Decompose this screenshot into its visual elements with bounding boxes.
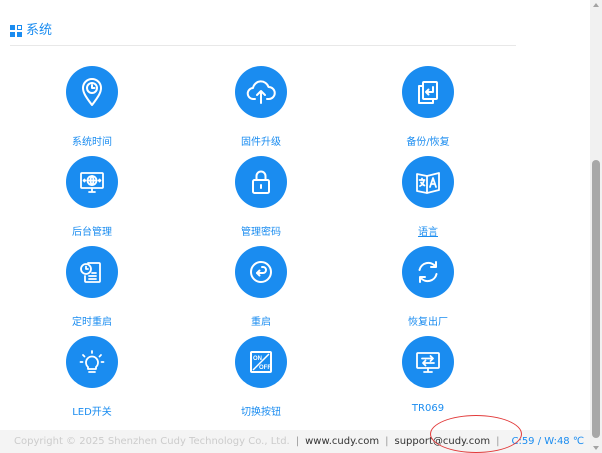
switch-button-icon: ON OFF: [235, 336, 287, 388]
website-link[interactable]: www.cudy.com: [305, 436, 379, 447]
tile-backup-restore[interactable]: 备份/恢复: [358, 66, 498, 156]
tile-label: 语言: [418, 227, 438, 238]
tile-label: 恢复出厂: [408, 317, 448, 328]
tile-label: 系统时间: [72, 137, 112, 148]
tile-label: 固件升级: [241, 137, 281, 148]
factory-reset-icon: [402, 246, 454, 298]
tile-label: 后台管理: [72, 227, 112, 238]
tile-factory-reset[interactable]: 恢复出厂: [358, 246, 498, 336]
tile-remote-management[interactable]: 后台管理: [22, 156, 162, 246]
tile-label: 备份/恢复: [406, 137, 450, 148]
translate-icon: [402, 156, 454, 208]
copyright-text: Copyright © 2025 Shenzhen Cudy Technolog…: [14, 436, 290, 447]
tile-tr069[interactable]: TR069: [358, 336, 498, 426]
tile-admin-password[interactable]: 管理密码: [191, 156, 331, 246]
vertical-scrollbar[interactable]: [590, 0, 602, 453]
tile-language[interactable]: 语言: [358, 156, 498, 246]
led-bulb-icon: [66, 336, 118, 388]
scroll-up-arrow-icon[interactable]: [593, 3, 599, 7]
tile-label: LED开关: [72, 407, 112, 418]
footer-separator: |: [295, 436, 300, 447]
annotation-ellipse: [430, 415, 522, 453]
tile-label: 重启: [251, 317, 271, 328]
temperature-readout: C:59 / W:48 ℃: [511, 436, 585, 447]
backup-icon: [402, 66, 454, 118]
monitor-globe-icon: [66, 156, 118, 208]
reboot-icon: [235, 246, 287, 298]
tile-firmware-upgrade[interactable]: 固件升级: [191, 66, 331, 156]
scroll-thumb[interactable]: [592, 160, 600, 438]
tr069-monitor-icon: [402, 336, 454, 388]
tile-reboot[interactable]: 重启: [191, 246, 331, 336]
tile-label: 管理密码: [241, 227, 281, 238]
clock-pin-icon: [66, 66, 118, 118]
lock-icon: [235, 156, 287, 208]
switch-off-text: OFF: [259, 365, 271, 371]
tile-led-switch[interactable]: LED开关: [22, 336, 162, 426]
tile-label: 切换按钮: [241, 407, 281, 418]
tile-label: 定时重启: [72, 317, 112, 328]
scheduled-reboot-icon: [66, 246, 118, 298]
scroll-down-arrow-icon[interactable]: [593, 446, 599, 450]
tile-scheduled-reboot[interactable]: 定时重启: [22, 246, 162, 336]
tile-system-time[interactable]: 系统时间: [22, 66, 162, 156]
footer-separator: |: [385, 436, 389, 447]
switch-on-text: ON: [253, 356, 262, 362]
system-tools-grid: 系统时间 固件升级 备份/恢复 后台管理 管理密码 语言 定时重启 重启 恢复出…: [0, 0, 590, 420]
tile-switch-button[interactable]: ON OFF 切换按钮: [191, 336, 331, 426]
cloud-upload-icon: [235, 66, 287, 118]
tile-label: TR069: [411, 403, 445, 414]
